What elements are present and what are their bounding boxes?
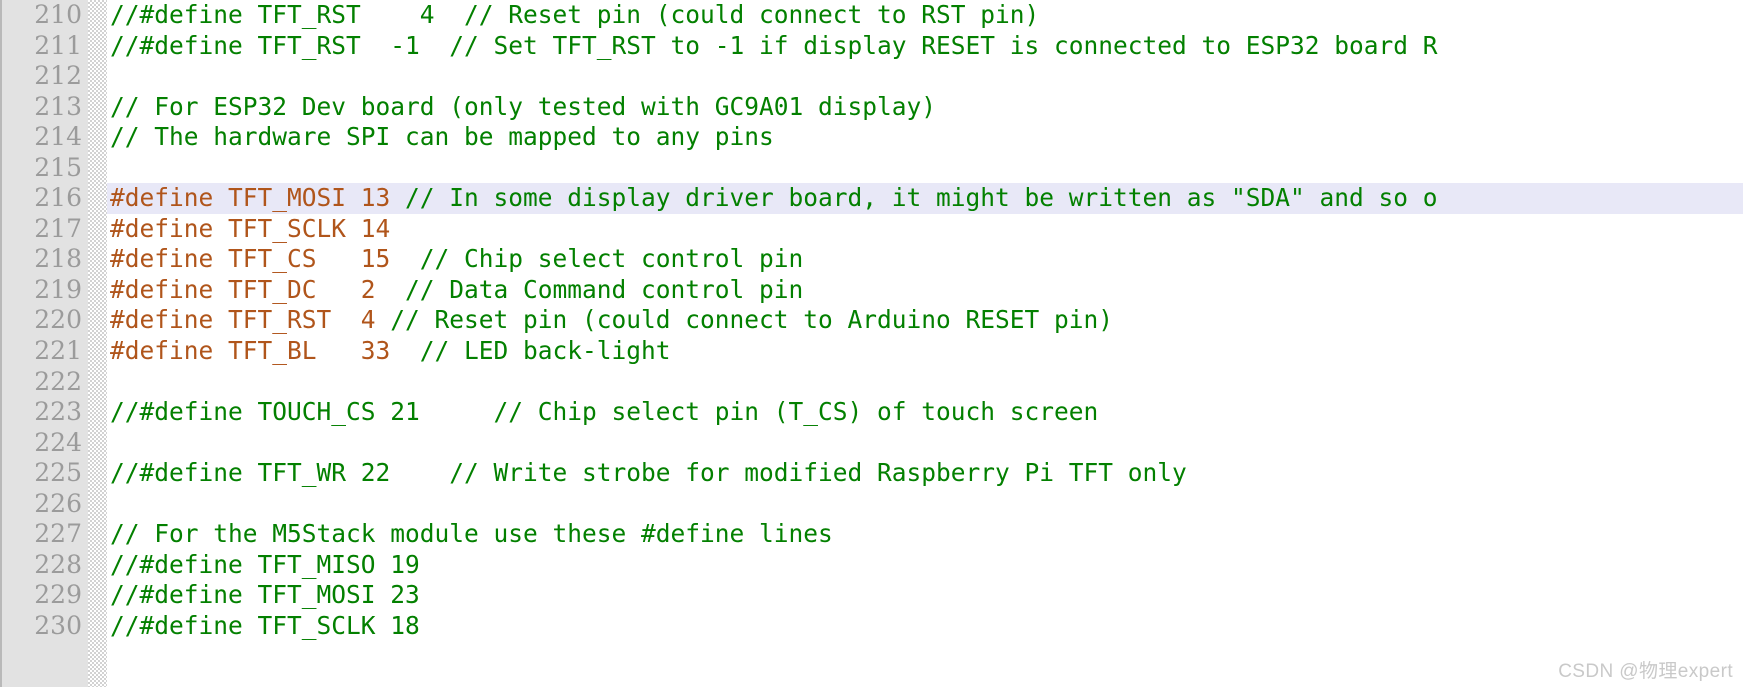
line-number: 210: [34, 0, 82, 29]
code-token-pre: #define TFT_DC 2: [110, 274, 406, 304]
code-line[interactable]: [107, 367, 1743, 398]
code-token-comment: //#define TOUCH_CS 21 // Chip select pin…: [110, 397, 1099, 427]
code-line[interactable]: #define TFT_BL 33 // LED back-light: [107, 336, 1743, 367]
code-token-comment: // In some display driver board, it migh…: [405, 183, 1438, 213]
line-number: 226: [34, 488, 82, 518]
code-token-comment: // Chip select control pin: [419, 244, 804, 274]
line-number: 221: [34, 336, 82, 366]
code-line[interactable]: //#define TFT_MISO 19: [107, 550, 1743, 581]
line-number: 224: [34, 427, 82, 457]
code-token-comment: //#define TFT_RST 4 // Reset pin (could …: [110, 0, 1040, 29]
code-line-current[interactable]: #define TFT_MOSI 13 // In some display d…: [107, 183, 1743, 214]
code-token-comment: // LED back-light: [419, 336, 671, 366]
code-line[interactable]: //#define TFT_WR 22 // Write strobe for …: [107, 458, 1743, 489]
code-line[interactable]: //#define TFT_RST 4 // Reset pin (could …: [107, 0, 1743, 31]
line-number: 220: [34, 305, 82, 335]
code-token-comment: //#define TFT_MISO 19: [110, 549, 420, 579]
line-number-gutter[interactable]: 210 211 212 213 214 215 216 217 218 219 220 221 222 2…: [2, 0, 88, 687]
line-number: 227: [34, 519, 82, 549]
line-number: 211: [34, 30, 82, 60]
code-token-comment: // Data Command control pin: [405, 274, 804, 304]
line-number: 222: [34, 366, 82, 396]
line-number: 217: [34, 213, 82, 243]
code-token-pre: #define TFT_SCLK 14: [110, 213, 391, 243]
line-number: 223: [34, 397, 82, 427]
code-token-comment: // The hardware SPI can be mapped to any…: [110, 122, 774, 152]
code-line[interactable]: #define TFT_SCLK 14: [107, 214, 1743, 245]
line-number: 215: [34, 152, 82, 182]
code-line[interactable]: //#define TFT_RST -1 // Set TFT_RST to -…: [107, 31, 1743, 62]
line-number: 228: [34, 549, 82, 579]
code-line[interactable]: #define TFT_DC 2 // Data Command control…: [107, 275, 1743, 306]
code-line[interactable]: [107, 153, 1743, 184]
code-token-pre: #define TFT_RST 4: [110, 305, 391, 335]
code-line[interactable]: [107, 61, 1743, 92]
code-line[interactable]: #define TFT_RST 4 // Reset pin (could co…: [107, 305, 1743, 336]
code-line[interactable]: // For ESP32 Dev board (only tested with…: [107, 92, 1743, 123]
code-token-pre: #define TFT_MOSI 13: [110, 183, 406, 213]
code-token-comment: //#define TFT_MOSI 23: [110, 580, 420, 610]
line-number: 216: [34, 183, 82, 213]
code-token-comment: //#define TFT_WR 22 // Write strobe for …: [110, 458, 1187, 488]
code-text-area[interactable]: //#define TFT_RST 4 // Reset pin (could …: [107, 0, 1743, 687]
line-number: 219: [34, 274, 82, 304]
code-line[interactable]: #define TFT_CS 15 // Chip select control…: [107, 244, 1743, 275]
code-editor[interactable]: 210 211 212 213 214 215 216 217 218 219 220 221 222 2…: [0, 0, 1743, 687]
line-number: 213: [34, 91, 82, 121]
code-token-pre: #define TFT_CS 15: [110, 244, 420, 274]
code-token-comment: //#define TFT_SCLK 18: [110, 610, 420, 640]
code-line[interactable]: // The hardware SPI can be mapped to any…: [107, 122, 1743, 153]
code-line[interactable]: [107, 428, 1743, 459]
line-number: 214: [34, 122, 82, 152]
code-token-comment: // Reset pin (could connect to Arduino R…: [390, 305, 1114, 335]
code-line[interactable]: //#define TFT_MOSI 23: [107, 580, 1743, 611]
csdn-watermark: CSDN @物理expert: [1558, 661, 1733, 682]
line-number: 212: [34, 61, 82, 91]
code-token-comment: // For the M5Stack module use these #def…: [110, 519, 833, 549]
line-number: 229: [34, 580, 82, 610]
code-token-comment: //#define TFT_RST -1 // Set TFT_RST to -…: [110, 30, 1438, 60]
line-number: 230: [34, 610, 82, 640]
code-token-comment: // For ESP32 Dev board (only tested with…: [110, 91, 937, 121]
code-line[interactable]: [107, 489, 1743, 520]
line-number: 225: [34, 458, 82, 488]
code-line[interactable]: //#define TFT_SCLK 18: [107, 611, 1743, 642]
line-number: 218: [34, 244, 82, 274]
code-line[interactable]: // For the M5Stack module use these #def…: [107, 519, 1743, 550]
code-line[interactable]: //#define TOUCH_CS 21 // Chip select pin…: [107, 397, 1743, 428]
code-token-pre: #define TFT_BL 33: [110, 336, 420, 366]
code-folding-strip[interactable]: [88, 0, 107, 687]
